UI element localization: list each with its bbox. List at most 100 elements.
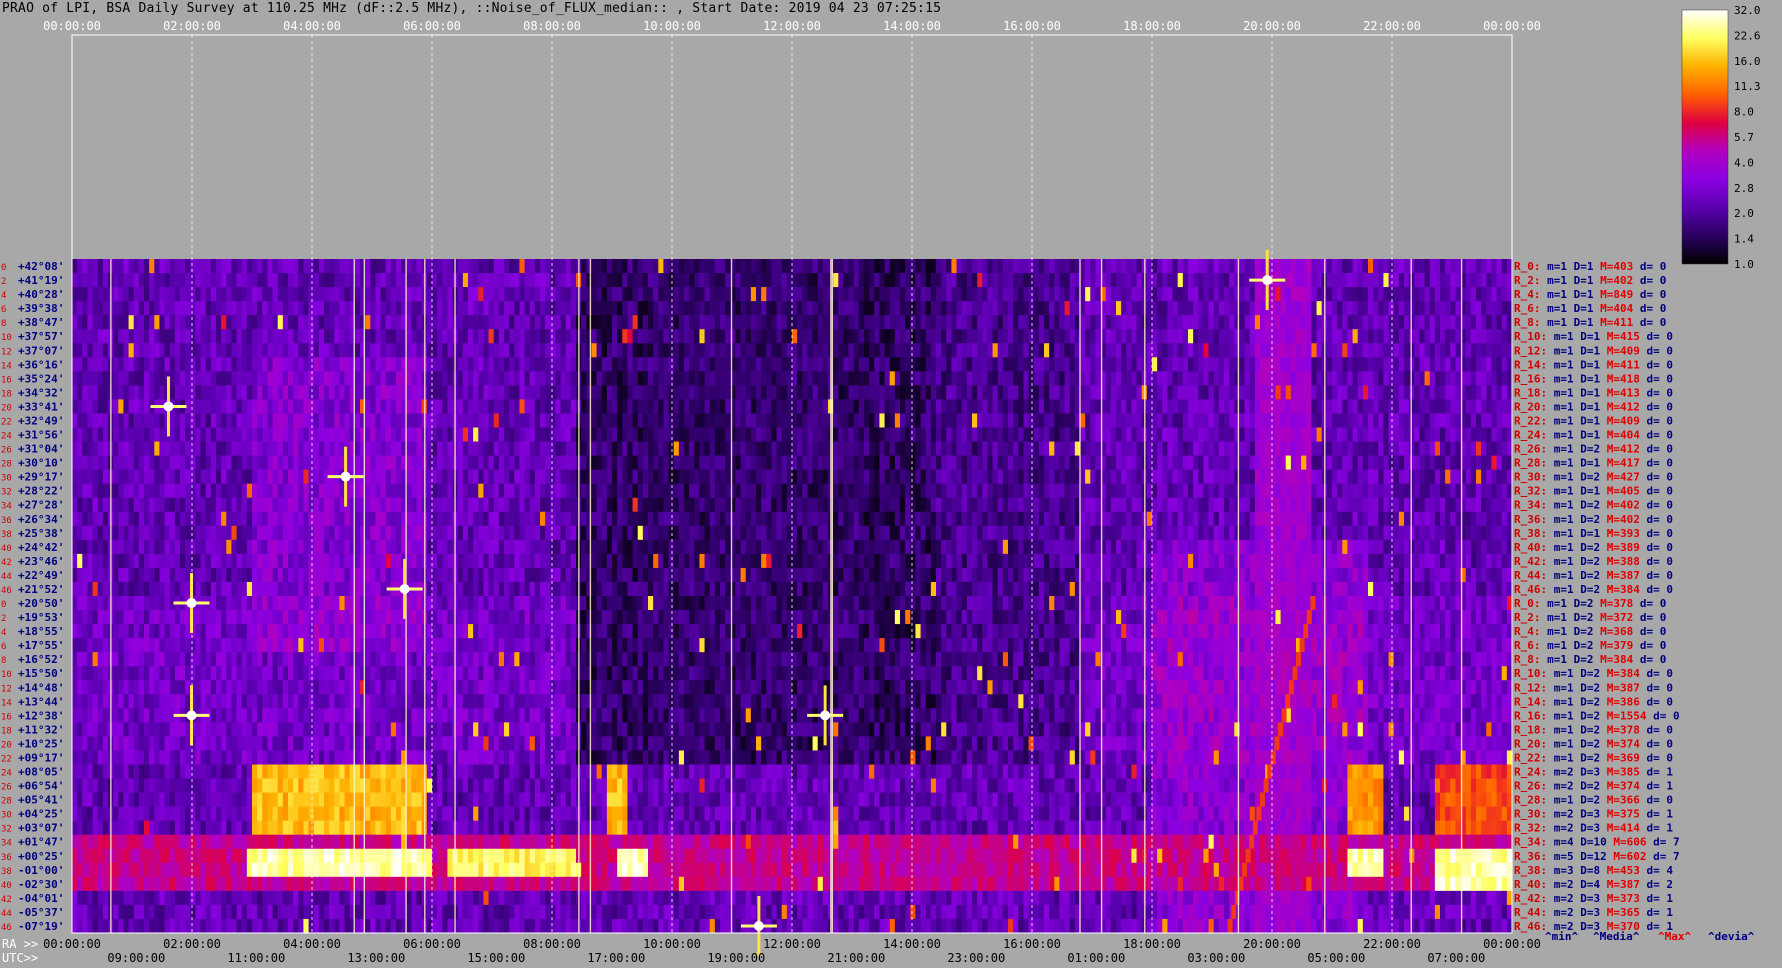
row-index: 22 — [1, 417, 12, 427]
colorbar-tick-label: 1.0 — [1734, 258, 1754, 271]
beam-stat-field: R_0: — [1514, 597, 1541, 610]
beam-stat-field: d= 0 — [1633, 653, 1666, 666]
beam-stat-field: d= 0 — [1640, 499, 1673, 512]
beam-stat-field: D=12 — [1574, 850, 1607, 863]
row-index: 14 — [1, 361, 12, 371]
beam-stat-row: R_12: m=1 D=2 M=387 d= 0 — [1514, 681, 1673, 694]
beam-stat-row: R_42: m=1 D=2 M=388 d= 0 — [1514, 555, 1673, 568]
beam-stat-field: m=1 — [1541, 625, 1568, 638]
beam-stat-field: d= 0 — [1633, 316, 1666, 329]
colorbar-tick-label: 1.4 — [1734, 233, 1754, 246]
streak-cell — [1260, 792, 1265, 807]
beam-stat-field: m=1 — [1547, 555, 1574, 568]
beam-stat-field: D=2 — [1574, 780, 1601, 793]
row-index: 24 — [1, 432, 12, 442]
beam-stat-field: M=385 — [1600, 766, 1640, 779]
streak-cell — [1278, 722, 1283, 737]
beam-stat-field: D=2 — [1567, 611, 1594, 624]
row-index: 8 — [1, 319, 6, 329]
beam-stat-field: M=384 — [1600, 667, 1640, 680]
beam-stat-field: M=411 — [1594, 316, 1634, 329]
source-core — [399, 583, 410, 594]
beam-stat-field: d= 0 — [1640, 485, 1673, 498]
beam-stat-field: M=402 — [1594, 274, 1634, 287]
beam-stat-row: R_24: m=1 D=1 M=404 d= 0 — [1514, 429, 1673, 442]
beam-stat-field: d= 0 — [1640, 555, 1673, 568]
beam-stat-field: d= 0 — [1640, 344, 1673, 357]
beam-stat-row: R_2: m=1 D=1 M=402 d= 0 — [1514, 274, 1666, 287]
beam-stat-field: R_18: — [1514, 723, 1547, 736]
beam-stat-field: m=1 — [1547, 737, 1574, 750]
beam-stat-field: R_38: — [1514, 864, 1547, 877]
ra-tick-label: 02:00:00 — [163, 937, 221, 951]
beam-stat-field: M=602 — [1607, 850, 1647, 863]
row-index: 20 — [1, 403, 12, 413]
streak-cell — [1285, 694, 1291, 709]
beam-stat-field: R_34: — [1514, 499, 1547, 512]
beam-stat-field: M=414 — [1600, 822, 1640, 835]
row-index: 18 — [1, 726, 12, 736]
beam-stat-field: d= 0 — [1640, 471, 1673, 484]
beam-stat-field: M=384 — [1594, 653, 1634, 666]
beam-stat-row: R_0: m=1 D=2 M=378 d= 0 — [1514, 597, 1666, 610]
beam-stat-row: R_40: m=2 D=4 M=387 d= 2 — [1514, 878, 1673, 891]
beam-stat-field: m=1 — [1547, 513, 1574, 526]
beam-stat-field: R_2: — [1514, 274, 1541, 287]
beam-stat-field: m=1 — [1541, 260, 1568, 273]
row-index: 16 — [1, 712, 12, 722]
beam-stat-field: R_8: — [1514, 316, 1541, 329]
declination-label: +16°52' — [18, 653, 64, 666]
top-tick-label: 20:00:00 — [1243, 19, 1301, 33]
declination-label: +35°24' — [18, 372, 64, 385]
beam-stat-row: R_20: m=1 D=2 M=374 d= 0 — [1514, 737, 1673, 750]
declination-label: +38°47' — [18, 316, 64, 329]
streak-cell — [1256, 806, 1262, 821]
beam-stat-field: m=1 — [1547, 499, 1574, 512]
beam-stat-field: M=1554 — [1600, 709, 1647, 722]
beam-stat-field: m=1 — [1547, 723, 1574, 736]
beam-stat-field: d= 1 — [1640, 766, 1673, 779]
colorbar-tick-label: 32.0 — [1734, 4, 1761, 17]
utc-tick-label: 15:00:00 — [467, 951, 525, 965]
row-index: 26 — [1, 783, 12, 793]
ra-tick-label: 16:00:00 — [1003, 937, 1061, 951]
beam-stat-field: M=369 — [1600, 751, 1640, 764]
row-index: 30 — [1, 811, 12, 821]
source-core — [163, 401, 174, 412]
beam-stat-field: m=1 — [1541, 597, 1568, 610]
beam-stat-field: m=1 — [1547, 695, 1574, 708]
ra-tick-label: 00:00:00 — [1483, 937, 1541, 951]
beam-stat-field: D=1 — [1574, 485, 1601, 498]
row-index: 2 — [1, 614, 6, 624]
utc-tick-label: 01:00:00 — [1067, 951, 1125, 965]
beam-stat-field: D=1 — [1574, 527, 1601, 540]
row-index: 38 — [1, 867, 12, 877]
beam-stat-field: R_38: — [1514, 527, 1547, 540]
row-index: 28 — [1, 797, 12, 807]
streak-cell — [1274, 736, 1280, 751]
streak-cell — [1245, 848, 1251, 863]
beam-stat-field: d= 0 — [1640, 794, 1673, 807]
beam-stat-field: D=1 — [1574, 429, 1601, 442]
beam-stat-field: M=413 — [1600, 386, 1640, 399]
beam-stat-field: d= 1 — [1640, 906, 1673, 919]
beam-stat-field: M=387 — [1600, 569, 1640, 582]
declination-label: +28°22' — [18, 485, 64, 498]
streak-cell — [1267, 764, 1273, 779]
streak-cell — [1238, 876, 1244, 891]
beam-stat-row: R_26: m=2 D=2 M=374 d= 1 — [1514, 780, 1673, 793]
declination-label: +23°46' — [18, 555, 64, 568]
beam-stat-field: R_42: — [1514, 892, 1547, 905]
beam-stat-field: R_4: — [1514, 288, 1541, 301]
beam-stat-field: M=387 — [1600, 878, 1640, 891]
declination-label: +27°28' — [18, 499, 64, 512]
declination-label: +26°34' — [18, 513, 64, 526]
beam-stat-field: M=418 — [1600, 372, 1640, 385]
beam-stat-field: d= 0 — [1633, 611, 1666, 624]
beam-stat-field: R_26: — [1514, 780, 1547, 793]
beam-stat-field: R_32: — [1514, 485, 1547, 498]
declination-label: +03°07' — [18, 822, 64, 835]
streak-cell — [1242, 862, 1247, 877]
row-index: 40 — [1, 881, 12, 891]
beam-stat-field: d= 0 — [1640, 358, 1673, 371]
